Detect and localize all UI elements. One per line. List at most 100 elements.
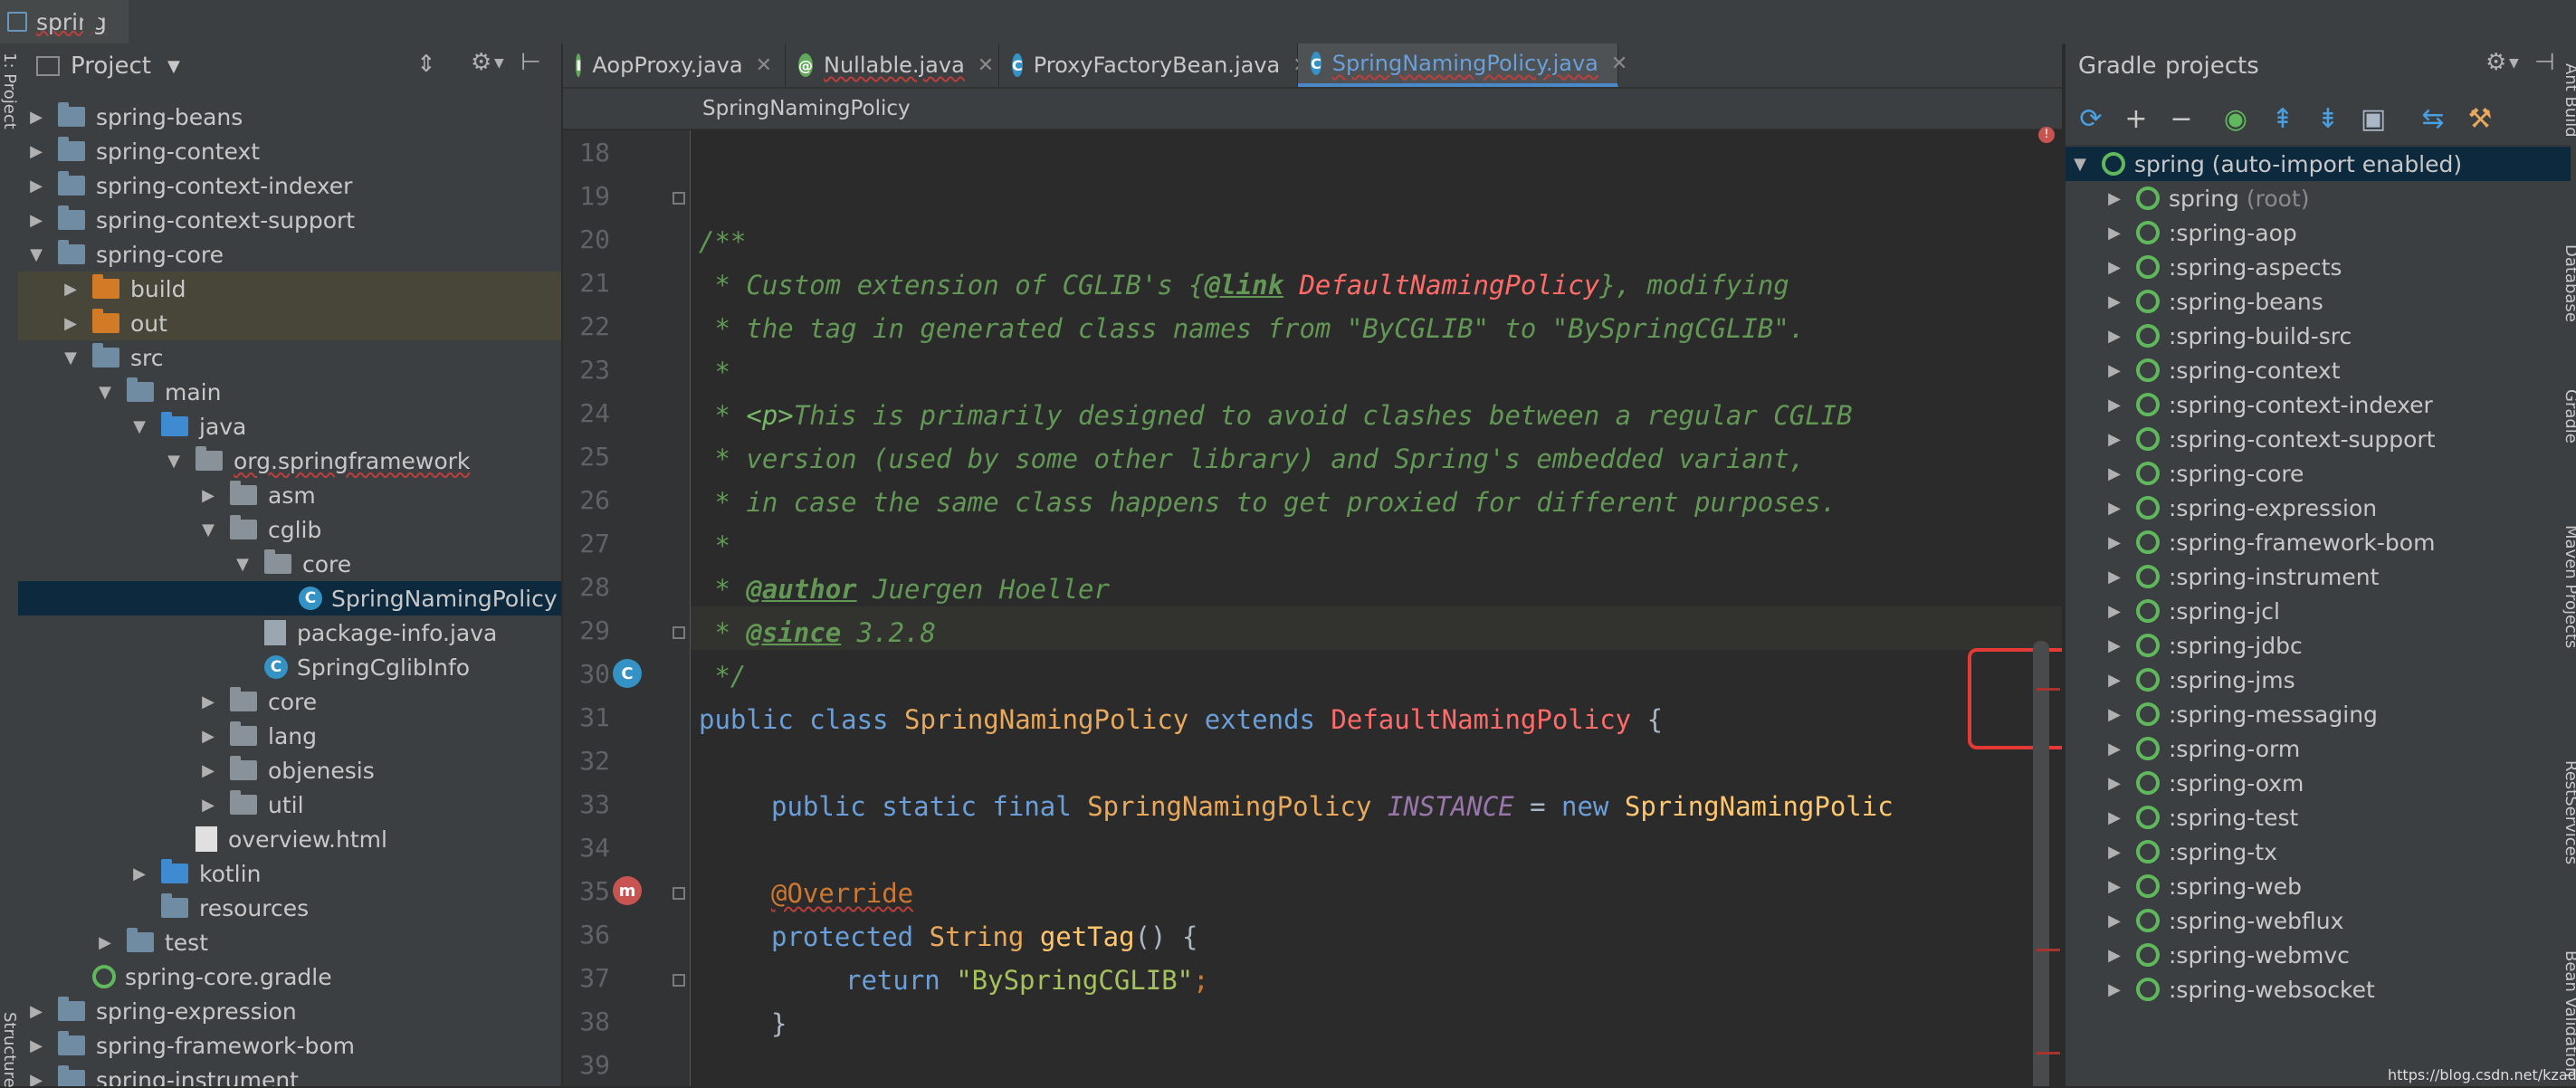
tree-item[interactable]: package-info.java — [18, 616, 561, 650]
tree-item[interactable]: overview.html — [18, 822, 561, 856]
class-hierarchy-gutter-icon[interactable]: C — [613, 659, 642, 688]
breadcrumb-spring[interactable]: spring — [0, 0, 129, 43]
gradle-project-item[interactable]: ▶:spring-jdbc — [2066, 628, 2572, 663]
add-icon[interactable]: + — [2120, 103, 2152, 135]
gradle-project-item[interactable]: ▶ spring (root) — [2066, 181, 2572, 215]
chevron-down-icon[interactable]: ▼ — [2071, 155, 2089, 174]
gradle-project-item[interactable]: ▶:spring-web — [2066, 869, 2572, 903]
chevron-right-icon[interactable]: ▶ — [27, 108, 45, 127]
chevron-down-icon[interactable]: ▼ — [234, 555, 252, 574]
gradle-project-item[interactable]: ▶:spring-tx — [2066, 835, 2572, 869]
code-line-26[interactable]: * — [699, 530, 730, 561]
gear-icon[interactable]: ⚙ — [471, 49, 491, 76]
tree-item[interactable]: ▶ util — [18, 787, 561, 822]
tab-proxyfactorybean[interactable]: C ProxyFactoryBean.java ✕ — [999, 43, 1310, 87]
tree-item[interactable]: ▼ spring-core — [18, 237, 561, 272]
chevron-right-icon[interactable]: ▶ — [2105, 843, 2123, 862]
database-tool-button[interactable]: Database — [2562, 244, 2576, 322]
tab-nullable[interactable]: @ Nullable.java ✕ — [786, 43, 999, 87]
chevron-right-icon[interactable]: ▶ — [2105, 774, 2123, 793]
gradle-tool-button[interactable]: Gradle — [2562, 389, 2576, 444]
chevron-right-icon[interactable]: ▶ — [2105, 808, 2123, 827]
close-icon[interactable]: ✕ — [756, 54, 772, 77]
gradle-project-item[interactable]: ▶:spring-beans — [2066, 284, 2572, 319]
collapse-all-icon[interactable]: ⇟ — [2312, 103, 2344, 135]
close-icon[interactable]: ✕ — [1611, 52, 1627, 75]
fold-marker-icon[interactable] — [673, 974, 685, 987]
chevron-down-icon[interactable]: ▼ — [167, 57, 180, 76]
code-line-28[interactable]: * @since 3.2.8 — [699, 617, 935, 648]
chevron-right-icon[interactable]: ▶ — [2105, 705, 2123, 724]
gradle-project-item[interactable]: ▶:spring-messaging — [2066, 697, 2572, 731]
tree-item[interactable]: ▶ spring-beans — [18, 100, 561, 134]
refresh-icon[interactable]: ⟳ — [2075, 103, 2107, 135]
chevron-right-icon[interactable]: ▶ — [2105, 636, 2123, 655]
gradle-project-item[interactable]: ▶:spring-oxm — [2066, 766, 2572, 800]
chevron-right-icon[interactable]: ▶ — [199, 796, 217, 815]
code-line-27[interactable]: * @author Juergen Hoeller — [699, 574, 1110, 605]
fold-marker-icon[interactable] — [673, 887, 685, 900]
code-line-35[interactable]: protected String getTag() { — [771, 921, 1197, 952]
gradle-project-item[interactable]: ▶:spring-context — [2066, 353, 2572, 387]
tree-item[interactable]: ▶ spring-context — [18, 134, 561, 168]
gradle-project-item[interactable]: ▶:spring-context-support — [2066, 422, 2572, 456]
tree-item[interactable]: ▶ objenesis — [18, 753, 561, 787]
chevron-right-icon[interactable]: ▶ — [2105, 430, 2123, 449]
chevron-right-icon[interactable]: ▶ — [199, 692, 217, 711]
chevron-right-icon[interactable]: ▶ — [2105, 189, 2123, 208]
code-line-22[interactable]: * — [699, 357, 730, 387]
chevron-down-icon[interactable]: ▼ — [96, 383, 114, 402]
code-line-21[interactable]: * the tag in generated class names from … — [699, 313, 1805, 344]
tree-item[interactable]: ▶ kotlin — [18, 856, 561, 891]
tree-item[interactable]: ▼ main — [18, 375, 561, 409]
bean-validation-tool-button[interactable]: Bean Validation — [2562, 950, 2576, 1077]
restservices-tool-button[interactable]: RestServices — [2562, 760, 2576, 864]
gradle-project-item[interactable]: ▶:spring-orm — [2066, 731, 2572, 766]
chevron-down-icon[interactable]: ▼ — [130, 417, 148, 436]
project-view-selector[interactable]: Project — [71, 52, 151, 80]
chevron-right-icon[interactable]: ▶ — [2105, 464, 2123, 483]
code-line-37[interactable]: } — [771, 1008, 787, 1039]
chevron-right-icon[interactable]: ▶ — [2105, 568, 2123, 587]
tree-item[interactable]: ▶ test — [18, 925, 561, 959]
gradle-project-item[interactable]: ▶:spring-instrument — [2066, 559, 2572, 594]
gradle-project-item[interactable]: ▶:spring-aspects — [2066, 250, 2572, 284]
maven-tool-button[interactable]: Maven Projects — [2562, 525, 2576, 648]
chevron-right-icon[interactable]: ▶ — [2105, 602, 2123, 621]
chevron-right-icon[interactable]: ▶ — [199, 727, 217, 746]
chevron-right-icon[interactable]: ▶ — [2105, 671, 2123, 690]
tree-item[interactable]: ▼ src — [18, 340, 561, 375]
chevron-right-icon[interactable]: ▶ — [2105, 980, 2123, 999]
chevron-right-icon[interactable]: ▶ — [2105, 258, 2123, 277]
chevron-right-icon[interactable]: ▶ — [2105, 499, 2123, 518]
tab-projects[interactable]: projects — [2165, 52, 2259, 80]
override-method-gutter-icon[interactable]: m — [613, 876, 642, 905]
chevron-right-icon[interactable]: ▶ — [27, 1002, 45, 1021]
tree-item[interactable]: ▼ org.springframework — [18, 444, 561, 478]
gradle-project-item[interactable]: ▶:spring-build-src — [2066, 319, 2572, 353]
hide-panel-icon[interactable]: ⊣ — [2534, 49, 2555, 76]
remove-icon[interactable]: − — [2165, 103, 2198, 135]
gradle-project-item[interactable]: ▶:spring-webflux — [2066, 903, 2572, 938]
tree-item[interactable]: C SpringCglibInfo — [18, 650, 561, 684]
chevron-right-icon[interactable]: ▶ — [27, 177, 45, 196]
chevron-right-icon[interactable]: ▶ — [96, 933, 114, 952]
collapse-all-icon[interactable]: ⇕ — [416, 51, 436, 78]
gradle-root-node[interactable]: ▼ spring (auto-import enabled) — [2066, 147, 2572, 181]
error-stripe-mark[interactable] — [2037, 688, 2060, 691]
project-tool-button[interactable]: 1: Project — [0, 52, 19, 129]
tree-item[interactable]: ▶ out — [18, 306, 561, 340]
error-stripe-mark[interactable] — [2037, 1052, 2060, 1055]
fold-marker-icon[interactable] — [673, 626, 685, 639]
tree-item[interactable]: ▼ core — [18, 547, 561, 581]
chevron-down-icon[interactable]: ▼ — [62, 348, 80, 367]
error-indicator-icon[interactable]: ! — [2038, 127, 2055, 143]
tree-item[interactable]: ▶ lang — [18, 719, 561, 753]
chevron-right-icon[interactable]: ▶ — [2105, 911, 2123, 931]
gradle-project-item[interactable]: ▶:spring-jms — [2066, 663, 2572, 697]
code-line-23[interactable]: * <p>This is primarily designed to avoid… — [699, 400, 1852, 431]
chevron-right-icon[interactable]: ▶ — [27, 211, 45, 230]
gradle-project-item[interactable]: ▶:spring-aop — [2066, 215, 2572, 250]
chevron-down-icon[interactable]: ▼ — [2509, 56, 2519, 71]
hide-panel-icon[interactable]: ⊢ — [520, 49, 541, 76]
